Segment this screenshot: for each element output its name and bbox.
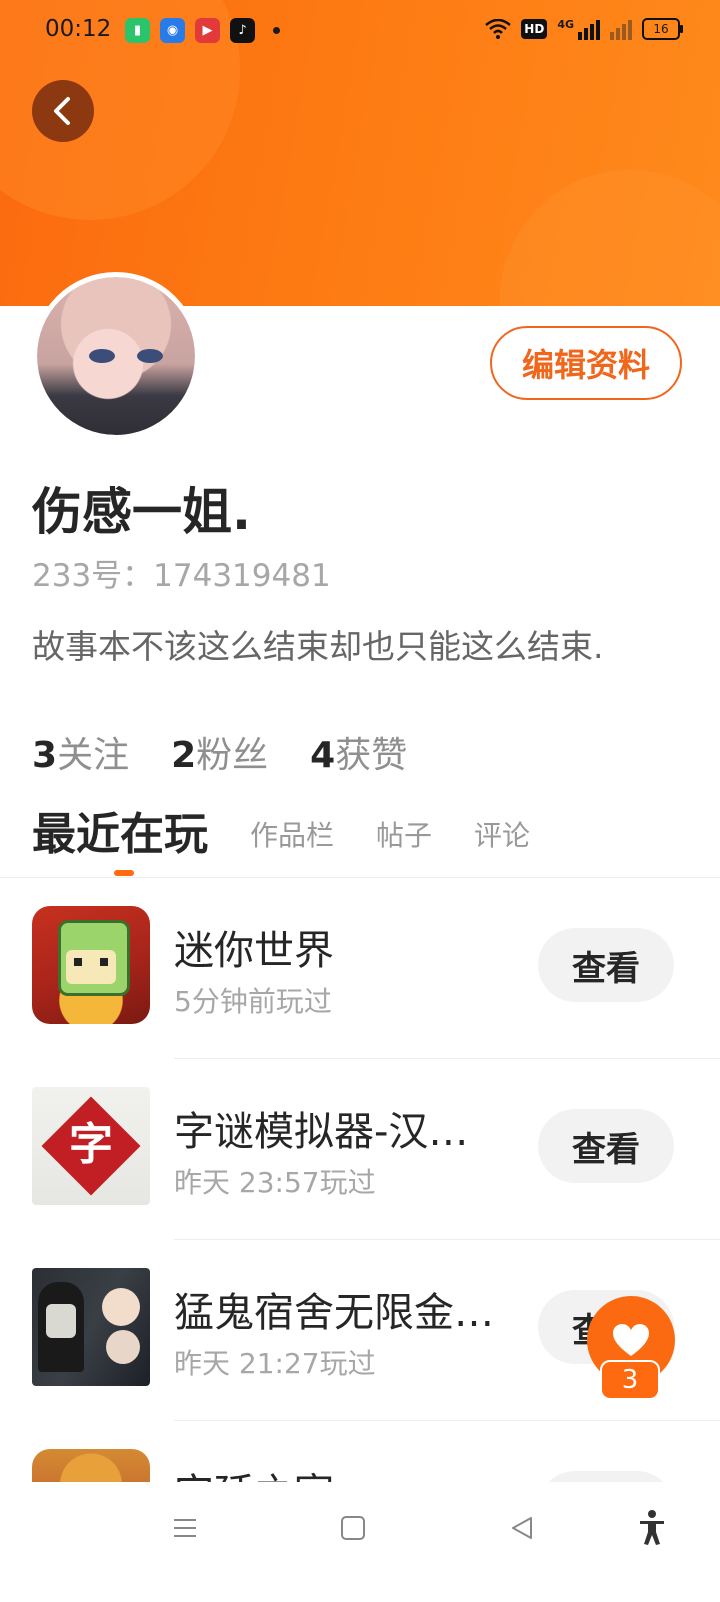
menu-nav-button[interactable]: [165, 1508, 205, 1548]
banner-decoration: [500, 170, 720, 306]
notification-icons: ▮ ◉ ▶ ♪: [125, 18, 280, 43]
system-icons: HD 4G 16: [485, 18, 683, 40]
game-title: 字谜模拟器-汉…: [174, 1109, 469, 1155]
system-nav-bar: [0, 1482, 720, 1600]
tab-works[interactable]: 作品栏: [250, 814, 334, 876]
browser-app-icon: ◉: [160, 18, 185, 43]
avatar-image: [37, 277, 195, 435]
ghost-dorm-icon: [32, 1268, 150, 1386]
user-id: 233号：174319481: [32, 558, 331, 594]
battery-icon: 16: [642, 18, 683, 40]
signal-icon: 4G: [557, 18, 600, 40]
game-played-time: 昨天 21:27玩过: [174, 1347, 376, 1380]
edit-profile-button[interactable]: 编辑资料: [490, 326, 682, 400]
view-game-button[interactable]: 查看: [538, 928, 674, 1002]
heart-icon: [613, 1324, 649, 1356]
username: 伤感一姐.: [32, 483, 251, 541]
list-item[interactable]: 字 字谜模拟器-汉… 昨天 23:57玩过 查看: [0, 1059, 720, 1240]
profile-stats: 3关注 2粉丝 4获赞: [32, 726, 407, 778]
battery-app-icon: ▮: [125, 18, 150, 43]
accessibility-icon: [640, 1510, 664, 1545]
signal-2-icon: [610, 18, 632, 40]
game-title: 迷你世界: [174, 928, 334, 974]
game-title: 猛鬼宿舍无限金…: [174, 1290, 494, 1336]
view-game-button[interactable]: 查看: [538, 1109, 674, 1183]
like-count-badge: 3: [600, 1360, 660, 1400]
accessibility-nav-button[interactable]: [632, 1508, 672, 1548]
tiktok-app-icon: ♪: [230, 18, 255, 43]
status-time: 00:12: [45, 16, 112, 42]
wifi-icon: [485, 19, 512, 39]
hd-icon: HD: [521, 19, 548, 39]
back-button[interactable]: [32, 80, 94, 142]
avatar[interactable]: [32, 272, 200, 440]
tab-recently-played[interactable]: 最近在玩: [32, 798, 208, 876]
stat-followers[interactable]: 2粉丝: [171, 726, 268, 778]
back-nav-button[interactable]: [502, 1508, 542, 1548]
stat-following[interactable]: 3关注: [32, 726, 129, 778]
list-item[interactable]: 迷你世界 5分钟前玩过 查看: [0, 878, 720, 1059]
user-bio: 故事本不该这么结束却也只能这么结束.: [32, 627, 604, 666]
home-nav-button[interactable]: [333, 1508, 373, 1548]
word-puzzle-icon: 字: [32, 1087, 150, 1205]
mini-world-icon: [32, 906, 150, 1024]
game-played-time: 昨天 23:57玩过: [174, 1166, 376, 1199]
back-triangle-icon: [512, 1517, 532, 1539]
chevron-left-icon: [54, 97, 70, 125]
tab-comments[interactable]: 评论: [474, 814, 530, 876]
home-square-icon: [341, 1516, 365, 1540]
more-notifications-icon: [273, 27, 280, 34]
game-played-time: 5分钟前玩过: [174, 985, 332, 1018]
status-bar: 00:12 ▮ ◉ ▶ ♪ HD 4G 16: [0, 0, 720, 64]
stat-likes[interactable]: 4获赞: [310, 726, 407, 778]
profile-tabs: 最近在玩 作品栏 帖子 评论: [32, 806, 572, 876]
tab-posts[interactable]: 帖子: [376, 814, 432, 876]
video-app-icon: ▶: [195, 18, 220, 43]
menu-icon: [174, 1519, 196, 1537]
